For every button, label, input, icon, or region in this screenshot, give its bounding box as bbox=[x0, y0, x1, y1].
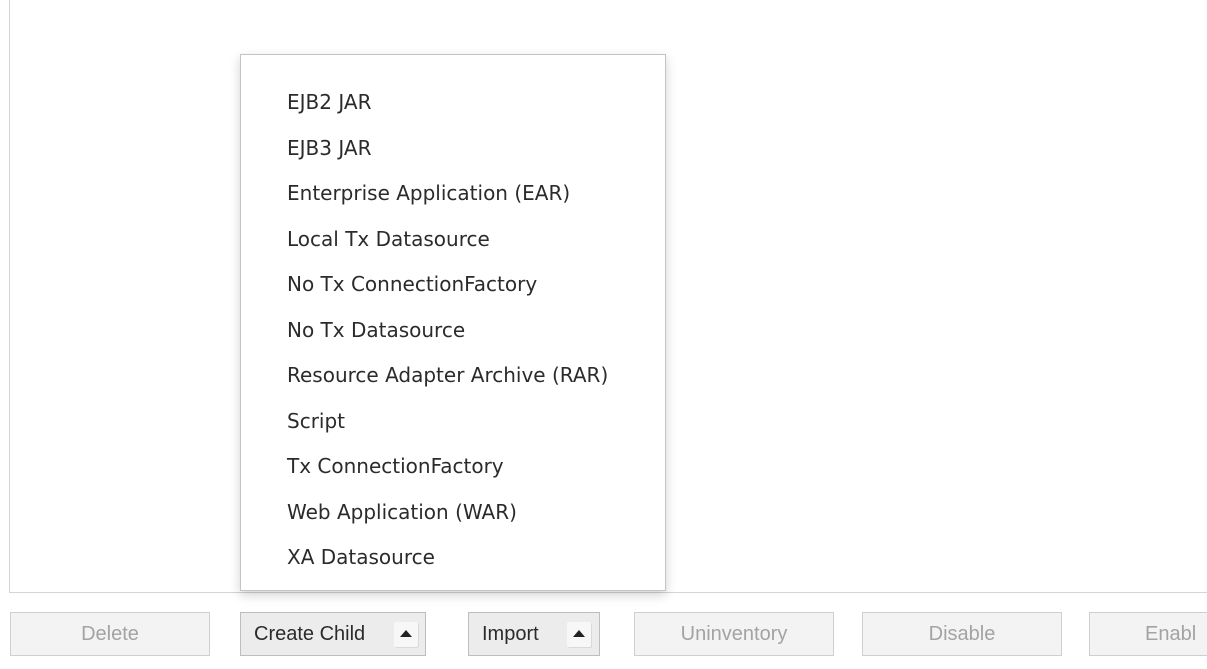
caret-up-icon bbox=[567, 622, 591, 647]
menu-item-web-application-war[interactable]: Web Application (WAR) bbox=[241, 490, 665, 536]
menu-item-no-tx-datasource[interactable]: No Tx Datasource bbox=[241, 308, 665, 354]
delete-button[interactable]: Delete bbox=[10, 612, 210, 656]
create-child-dropdown-menu: EJB2 JAR EJB3 JAR Enterprise Application… bbox=[240, 54, 666, 591]
action-toolbar: Delete Create Child Import Uninventory D… bbox=[0, 612, 1207, 656]
uninventory-button-label: Uninventory bbox=[680, 623, 788, 645]
create-child-button[interactable]: Create Child bbox=[240, 612, 426, 656]
create-child-button-label: Create Child bbox=[254, 623, 366, 645]
enable-button-label: Enabl bbox=[1145, 623, 1197, 645]
menu-item-resource-adapter-archive-rar[interactable]: Resource Adapter Archive (RAR) bbox=[241, 353, 665, 399]
menu-item-ejb2-jar[interactable]: EJB2 JAR bbox=[241, 80, 665, 126]
disable-button-label: Disable bbox=[928, 623, 996, 645]
resource-page: EJB2 JAR EJB3 JAR Enterprise Application… bbox=[0, 0, 1207, 669]
menu-item-enterprise-application-ear[interactable]: Enterprise Application (EAR) bbox=[241, 171, 665, 217]
menu-list: EJB2 JAR EJB3 JAR Enterprise Application… bbox=[241, 80, 665, 581]
menu-item-ejb3-jar[interactable]: EJB3 JAR bbox=[241, 126, 665, 172]
import-button-label: Import bbox=[482, 623, 539, 645]
caret-up-icon bbox=[394, 622, 418, 647]
delete-button-label: Delete bbox=[81, 623, 139, 645]
menu-item-xa-datasource[interactable]: XA Datasource bbox=[241, 535, 665, 581]
menu-item-no-tx-connectionfactory[interactable]: No Tx ConnectionFactory bbox=[241, 262, 665, 308]
uninventory-button[interactable]: Uninventory bbox=[634, 612, 834, 656]
import-button[interactable]: Import bbox=[468, 612, 600, 656]
menu-item-tx-connectionfactory[interactable]: Tx ConnectionFactory bbox=[241, 444, 665, 490]
enable-button[interactable]: Enabl bbox=[1089, 612, 1207, 656]
menu-item-local-tx-datasource[interactable]: Local Tx Datasource bbox=[241, 217, 665, 263]
disable-button[interactable]: Disable bbox=[862, 612, 1062, 656]
menu-item-script[interactable]: Script bbox=[241, 399, 665, 445]
